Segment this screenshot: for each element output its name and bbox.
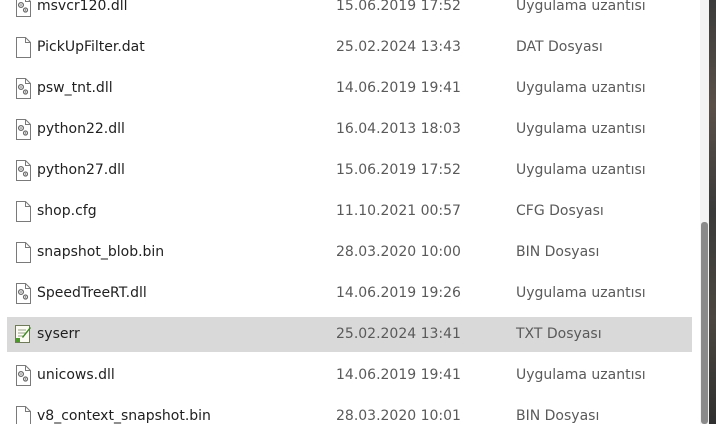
- file-name: python27.dll: [37, 162, 125, 178]
- file-type: Uygulama uzantısı: [516, 367, 646, 383]
- file-name: python22.dll: [37, 121, 125, 137]
- file-type: Uygulama uzantısı: [516, 0, 646, 14]
- file-row[interactable]: shop.cfg 11.10.2021 00:57 CFG Dosyası: [7, 194, 692, 229]
- file-name: v8_context_snapshot.bin: [37, 408, 211, 424]
- file-name: SpeedTreeRT.dll: [37, 285, 147, 301]
- file-date: 28.03.2020 10:00: [336, 244, 461, 260]
- vertical-scrollbar[interactable]: [700, 0, 709, 424]
- file-name: PickUpFilter.dat: [37, 39, 145, 55]
- file-type: Uygulama uzantısı: [516, 162, 646, 178]
- file-type: Uygulama uzantısı: [516, 121, 646, 137]
- file-date: 15.06.2019 17:52: [336, 0, 461, 14]
- file-type: DAT Dosyası: [516, 39, 603, 55]
- file-date: 14.06.2019 19:41: [336, 367, 461, 383]
- file-date: 16.04.2013 18:03: [336, 121, 461, 137]
- dll-file-icon: [14, 78, 32, 99]
- file-date: 15.06.2019 17:52: [336, 162, 461, 178]
- file-row[interactable]: unicows.dll 14.06.2019 19:41 Uygulama uz…: [7, 358, 692, 393]
- text-file-icon: [14, 324, 32, 345]
- background-edge: [709, 0, 716, 424]
- file-date: 28.03.2020 10:01: [336, 408, 461, 424]
- file-type: BIN Dosyası: [516, 408, 600, 424]
- file-date: 11.10.2021 00:57: [336, 203, 461, 219]
- file-row[interactable]: SpeedTreeRT.dll 14.06.2019 19:26 Uygulam…: [7, 276, 692, 311]
- file-date: 25.02.2024 13:41: [336, 326, 461, 342]
- scrollbar-thumb[interactable]: [701, 222, 708, 424]
- file-date: 25.02.2024 13:43: [336, 39, 461, 55]
- file-row[interactable]: psw_tnt.dll 14.06.2019 19:41 Uygulama uz…: [7, 71, 692, 106]
- file-type: Uygulama uzantısı: [516, 285, 646, 301]
- blank-file-icon: [14, 37, 32, 58]
- file-name: psw_tnt.dll: [37, 80, 113, 96]
- file-name: syserr: [37, 326, 80, 342]
- file-row[interactable]: python27.dll 15.06.2019 17:52 Uygulama u…: [7, 153, 692, 188]
- file-type: BIN Dosyası: [516, 244, 600, 260]
- file-type: TXT Dosyası: [516, 326, 602, 342]
- file-row[interactable]: snapshot_blob.bin 28.03.2020 10:00 BIN D…: [7, 235, 692, 270]
- file-name: msvcr120.dll: [37, 0, 128, 14]
- dll-file-icon: [14, 119, 32, 140]
- dll-file-icon: [14, 160, 32, 181]
- file-type: Uygulama uzantısı: [516, 80, 646, 96]
- file-name: unicows.dll: [37, 367, 115, 383]
- file-type: CFG Dosyası: [516, 203, 604, 219]
- file-row[interactable]: msvcr120.dll 15.06.2019 17:52 Uygulama u…: [7, 0, 692, 24]
- file-list: msvcr120.dll 15.06.2019 17:52 Uygulama u…: [0, 0, 700, 424]
- dll-file-icon: [14, 365, 32, 386]
- blank-file-icon: [14, 201, 32, 222]
- blank-file-icon: [14, 242, 32, 263]
- file-date: 14.06.2019 19:41: [336, 80, 461, 96]
- dll-file-icon: [14, 0, 32, 17]
- file-name: shop.cfg: [37, 203, 97, 219]
- dll-file-icon: [14, 283, 32, 304]
- file-row[interactable]: syserr 25.02.2024 13:41 TXT Dosyası: [7, 317, 692, 352]
- file-row[interactable]: v8_context_snapshot.bin 28.03.2020 10:01…: [7, 399, 692, 424]
- file-row[interactable]: PickUpFilter.dat 25.02.2024 13:43 DAT Do…: [7, 30, 692, 65]
- file-date: 14.06.2019 19:26: [336, 285, 461, 301]
- blank-file-icon: [14, 406, 32, 424]
- file-name: snapshot_blob.bin: [37, 244, 165, 260]
- file-row[interactable]: python22.dll 16.04.2013 18:03 Uygulama u…: [7, 112, 692, 147]
